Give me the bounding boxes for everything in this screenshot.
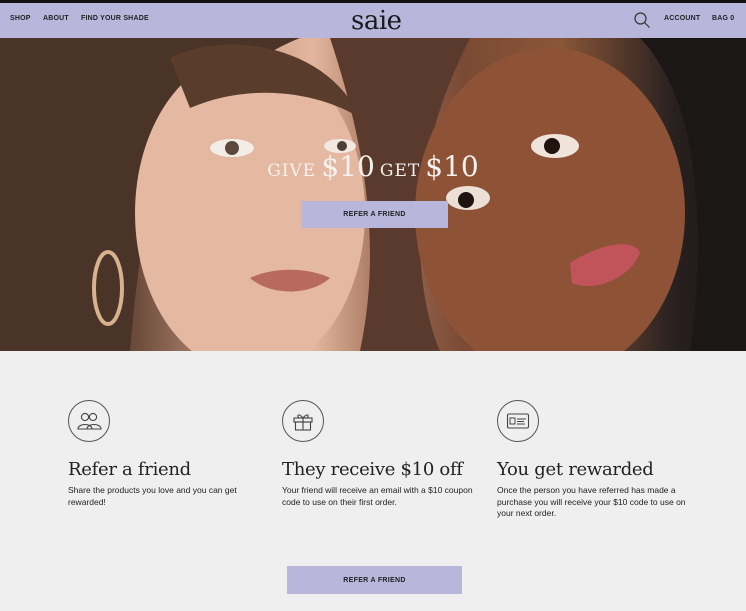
refer-a-friend-button[interactable]: REFER A FRIEND bbox=[301, 201, 448, 228]
gift-icon bbox=[282, 400, 324, 442]
step-receive: They receive $10 off Your friend will re… bbox=[282, 400, 482, 508]
nav-find-your-shade-link[interactable]: FIND YOUR SHADE bbox=[81, 15, 149, 22]
step-title: You get rewarded bbox=[497, 459, 654, 480]
hero-banner: GIVE $10 GET $10 REFER A FRIEND bbox=[0, 38, 746, 351]
nav-shop-link[interactable]: SHOP bbox=[10, 15, 31, 22]
hero-headline: GIVE $10 GET $10 bbox=[0, 150, 746, 183]
step-text: Once the person you have referred has ma… bbox=[497, 485, 686, 518]
card-icon bbox=[497, 400, 539, 442]
nav-account-link[interactable]: ACCOUNT bbox=[664, 15, 700, 22]
friends-icon bbox=[68, 400, 110, 442]
nav-about-link[interactable]: ABOUT bbox=[43, 15, 69, 22]
step-title: Refer a friend bbox=[68, 459, 191, 480]
hero-give-amount: $10 bbox=[321, 150, 375, 183]
nav-bag-link[interactable]: BAG 0 bbox=[712, 15, 734, 22]
step-text: Share the products you love and you can … bbox=[68, 485, 237, 507]
step-text: Your friend will receive an email with a… bbox=[282, 485, 473, 507]
hero-photo bbox=[0, 38, 746, 351]
top-nav: SHOP ABOUT FIND YOUR SHADE saie ACCOUNT … bbox=[0, 0, 746, 38]
search-icon[interactable] bbox=[633, 11, 651, 29]
logo[interactable]: saie bbox=[351, 6, 402, 36]
step-rewarded: You get rewarded Once the person you hav… bbox=[497, 400, 697, 520]
hero-get-amount: $10 bbox=[425, 150, 479, 183]
hero-give-text: GIVE bbox=[267, 161, 317, 181]
step-refer: Refer a friend Share the products you lo… bbox=[68, 400, 268, 508]
step-title: They receive $10 off bbox=[282, 459, 463, 480]
page: SHOP ABOUT FIND YOUR SHADE saie ACCOUNT … bbox=[0, 0, 746, 611]
hero-get-text: GET bbox=[379, 161, 421, 181]
refer-a-friend-bottom-button[interactable]: REFER A FRIEND bbox=[287, 566, 462, 594]
